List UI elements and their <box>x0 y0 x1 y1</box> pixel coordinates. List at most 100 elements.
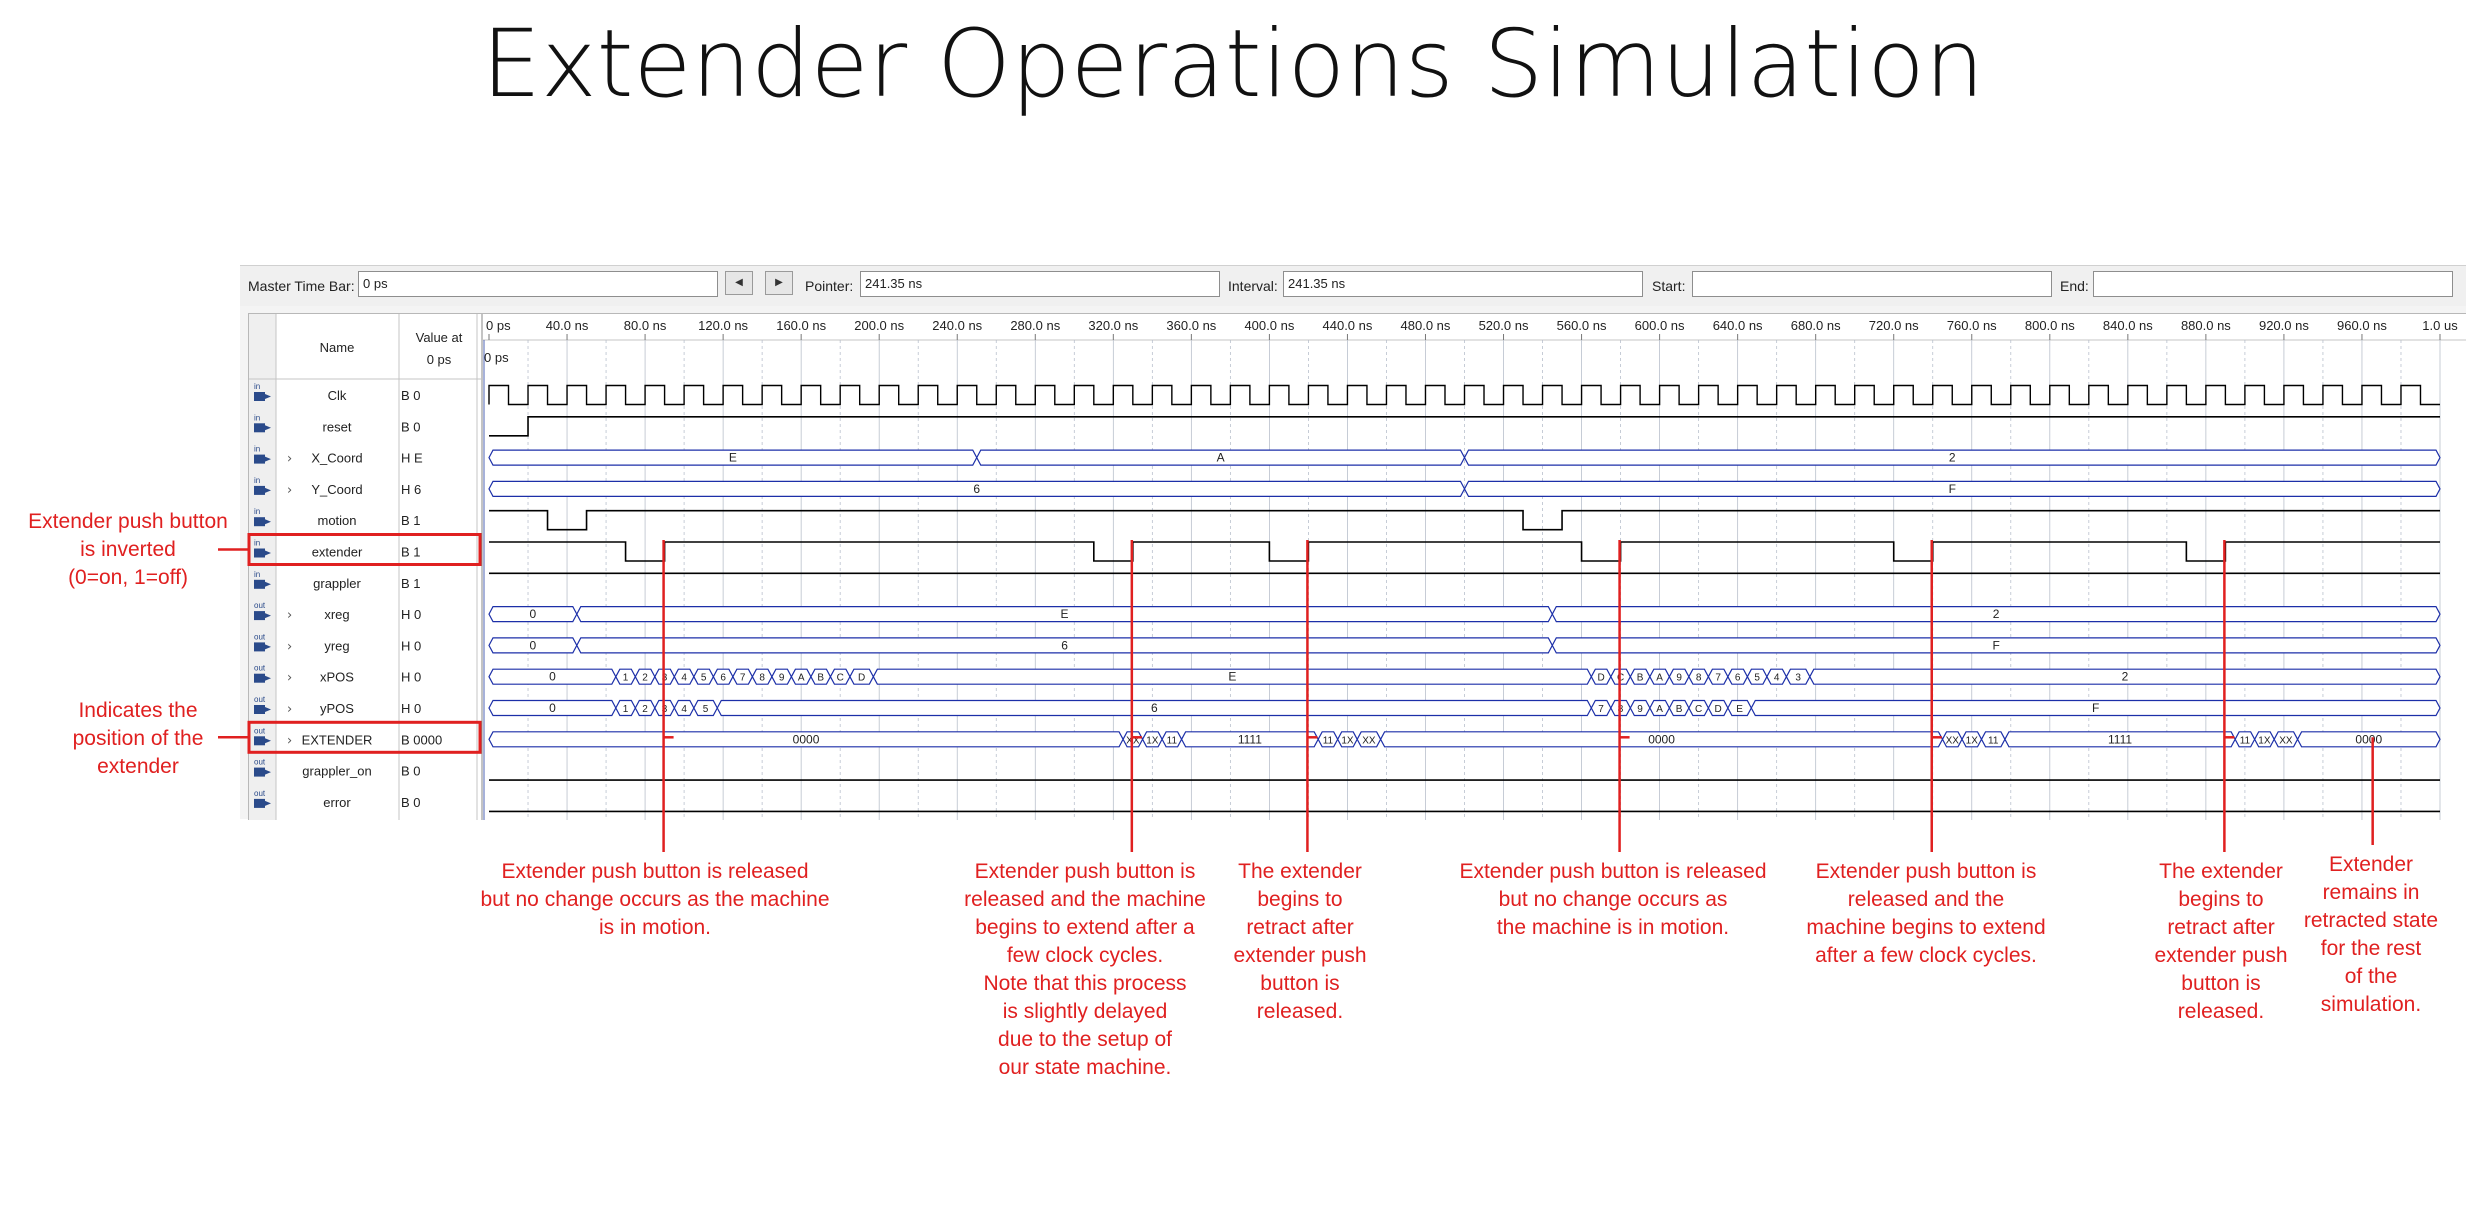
time-tick-label: 840.0 ns <box>2103 318 2153 333</box>
end-label: End: <box>2060 278 2089 294</box>
pointer-field[interactable]: 241.35 ns <box>860 271 1220 297</box>
bus-segment-label: XX <box>2279 735 2293 746</box>
bus-segment-label: 11 <box>1323 735 1334 746</box>
time-tick-label: 200.0 ns <box>854 318 904 333</box>
signal-row-reset[interactable]: in reset B 0 <box>254 413 2440 437</box>
svg-text:in: in <box>254 382 260 391</box>
expand-chevron-icon[interactable]: › <box>287 702 292 717</box>
bus-segment-label: 3 <box>662 673 668 684</box>
bus-segment-label: XX <box>1946 735 1960 746</box>
signal-name: reset <box>323 419 352 434</box>
expand-chevron-icon[interactable]: › <box>287 639 292 654</box>
signal-row-clk[interactable]: in Clk B 0 <box>254 382 2440 406</box>
signal-name: xPOS <box>320 670 354 685</box>
triangle-left-icon[interactable]: ◀ <box>725 271 753 295</box>
start-field[interactable] <box>1692 271 2052 297</box>
bus-segment-label: E <box>1228 670 1236 684</box>
bus-segment-label: 3 <box>1795 673 1801 684</box>
expand-chevron-icon[interactable]: › <box>287 483 292 498</box>
signal-row-yreg[interactable]: out › yreg H 0 0 6 F <box>254 632 2441 654</box>
bus-segment-label: 1X <box>1146 735 1159 746</box>
time-tick-label: 480.0 ns <box>1401 318 1451 333</box>
time-tick-label: 0 ps <box>486 318 511 333</box>
bus-segment-label: 4 <box>681 704 687 715</box>
svg-text:in: in <box>254 413 260 422</box>
bus-segment-label: D <box>1597 673 1604 684</box>
time-tick-label: 920.0 ns <box>2259 318 2309 333</box>
svg-text:out: out <box>254 601 266 610</box>
bus-segment-label: 2 <box>2122 670 2129 684</box>
time-tick-label: 160.0 ns <box>776 318 826 333</box>
time-tick-label: 560.0 ns <box>1557 318 1607 333</box>
signal-name: xreg <box>324 607 349 622</box>
signal-value: H 0 <box>401 701 421 716</box>
signal-value: B 0 <box>401 419 421 434</box>
signal-name: X_Coord <box>311 451 362 466</box>
annotation-inverted-button: Extender push button is inverted (0=on, 1=… <box>28 510 228 589</box>
signal-name: error <box>323 795 351 810</box>
annotation-extender-position: Indicates the position of the extender <box>72 699 204 778</box>
time-tick-label: 1.0 us <box>2422 318 2458 333</box>
waveform-toolbar: Master Time Bar: 0 ps ◀ ▶ Pointer: 241.3… <box>240 266 2466 306</box>
signal-row-xpos[interactable]: out › xPOS H 0 0 1 2 3 4 5 6 7 8 9 A B C D E D C B A 9 8 7 6 5 4 3 2 <box>254 664 2441 686</box>
time-tick-label: 880.0 ns <box>2181 318 2231 333</box>
bus-segment-label: 0 <box>530 607 537 621</box>
time-tick-label: 280.0 ns <box>1010 318 1060 333</box>
bus-segment-label: 7 <box>1598 704 1604 715</box>
signal-row-y_coord[interactable]: in › Y_Coord H 6 6 F <box>254 476 2441 498</box>
bus-segment-label: 1 <box>623 673 629 684</box>
signal-row-motion[interactable]: inmotion B 1 <box>254 507 2440 531</box>
bus-segment-label: 8 <box>1696 673 1702 684</box>
expand-chevron-icon[interactable]: › <box>287 608 292 623</box>
bus-segment-label: 3 <box>662 704 668 715</box>
waveform-canvas[interactable]: Name Value at 0 ps 0 ps 0 ps 40.0 ns 80.0 n… <box>249 314 2466 820</box>
bus-segment-label: 0 <box>549 701 556 715</box>
waveform-window: Master Time Bar: 0 ps ◀ ▶ Pointer: 241.3… <box>240 265 2466 820</box>
time-tick-label: 800.0 ns <box>2025 318 2075 333</box>
expand-chevron-icon[interactable]: › <box>287 452 292 467</box>
bus-segment-label: 5 <box>703 704 709 715</box>
bus-segment-label: 7 <box>740 673 746 684</box>
signal-name: Y_Coord <box>311 482 362 497</box>
signal-name: yPOS <box>320 701 354 716</box>
signal-value: H 0 <box>401 638 421 653</box>
signal-row-ypos[interactable]: out › yPOS H 0 0 1 2 3 4 5 6 7 8 9 A B C D E F <box>254 695 2441 717</box>
triangle-right-icon[interactable]: ▶ <box>765 271 793 295</box>
slide-title: Extender Operations Simulation <box>481 10 1985 119</box>
signal-row-grappler_on[interactable]: out grappler_on B 0 <box>254 758 2440 781</box>
signal-value: B 1 <box>401 576 421 591</box>
signal-row-extender[interactable]: inextender B 1 <box>254 539 2440 562</box>
time-tick-label: 640.0 ns <box>1713 318 1763 333</box>
master-time-bar-field[interactable]: 0 ps <box>358 271 718 297</box>
bus-segment-label: 1111 <box>1238 732 1262 746</box>
bus-segment-label: 0000 <box>2355 732 2382 746</box>
expand-chevron-icon[interactable]: › <box>287 733 292 748</box>
signal-value: B 0 <box>401 795 421 810</box>
time-tick-label: 240.0 ns <box>932 318 982 333</box>
interval-field[interactable]: 241.35 ns <box>1283 271 1643 297</box>
signal-value: H 0 <box>401 670 421 685</box>
signal-row-error[interactable]: out error B 0 <box>254 789 2440 813</box>
svg-text:out: out <box>254 632 266 641</box>
bus-segment-label: C <box>1695 704 1702 715</box>
signal-row-grappler[interactable]: ingrappler B 1 <box>254 570 2440 591</box>
signal-name: extender <box>312 545 363 560</box>
signal-row-x_coord[interactable]: in › X_Coord H E E A 2 <box>254 445 2441 467</box>
bus-segment-label: 6 <box>1151 701 1158 715</box>
signal-value: B 0 <box>401 764 421 779</box>
bus-segment-label: D <box>1715 704 1722 715</box>
bus-segment-label: 6 <box>1061 638 1068 652</box>
bus-segment-label: A <box>1656 704 1663 715</box>
bus-segment-label: B <box>1676 704 1683 715</box>
signal-row-xreg[interactable]: out › xreg H 0 0 E 2 <box>254 601 2441 623</box>
waveform-grid: Name Value at 0 ps 0 ps 0 ps 40.0 ns 80.0 n… <box>248 313 2466 820</box>
bus-segment-label: 1 <box>623 704 629 715</box>
signal-row-extender[interactable]: out› EXTENDER B 0000 0000 XX 1X 11 1111 11 1X XX 00… <box>254 726 2441 748</box>
bus-segment-label: 0 <box>549 670 556 684</box>
bus-segment-label: 5 <box>1754 673 1760 684</box>
time-tick-label: 40.0 ns <box>546 318 589 333</box>
bus-segment-label: 2 <box>1949 451 1956 465</box>
expand-chevron-icon[interactable]: › <box>287 671 292 686</box>
end-field[interactable] <box>2093 271 2453 297</box>
svg-text:out: out <box>254 758 266 767</box>
